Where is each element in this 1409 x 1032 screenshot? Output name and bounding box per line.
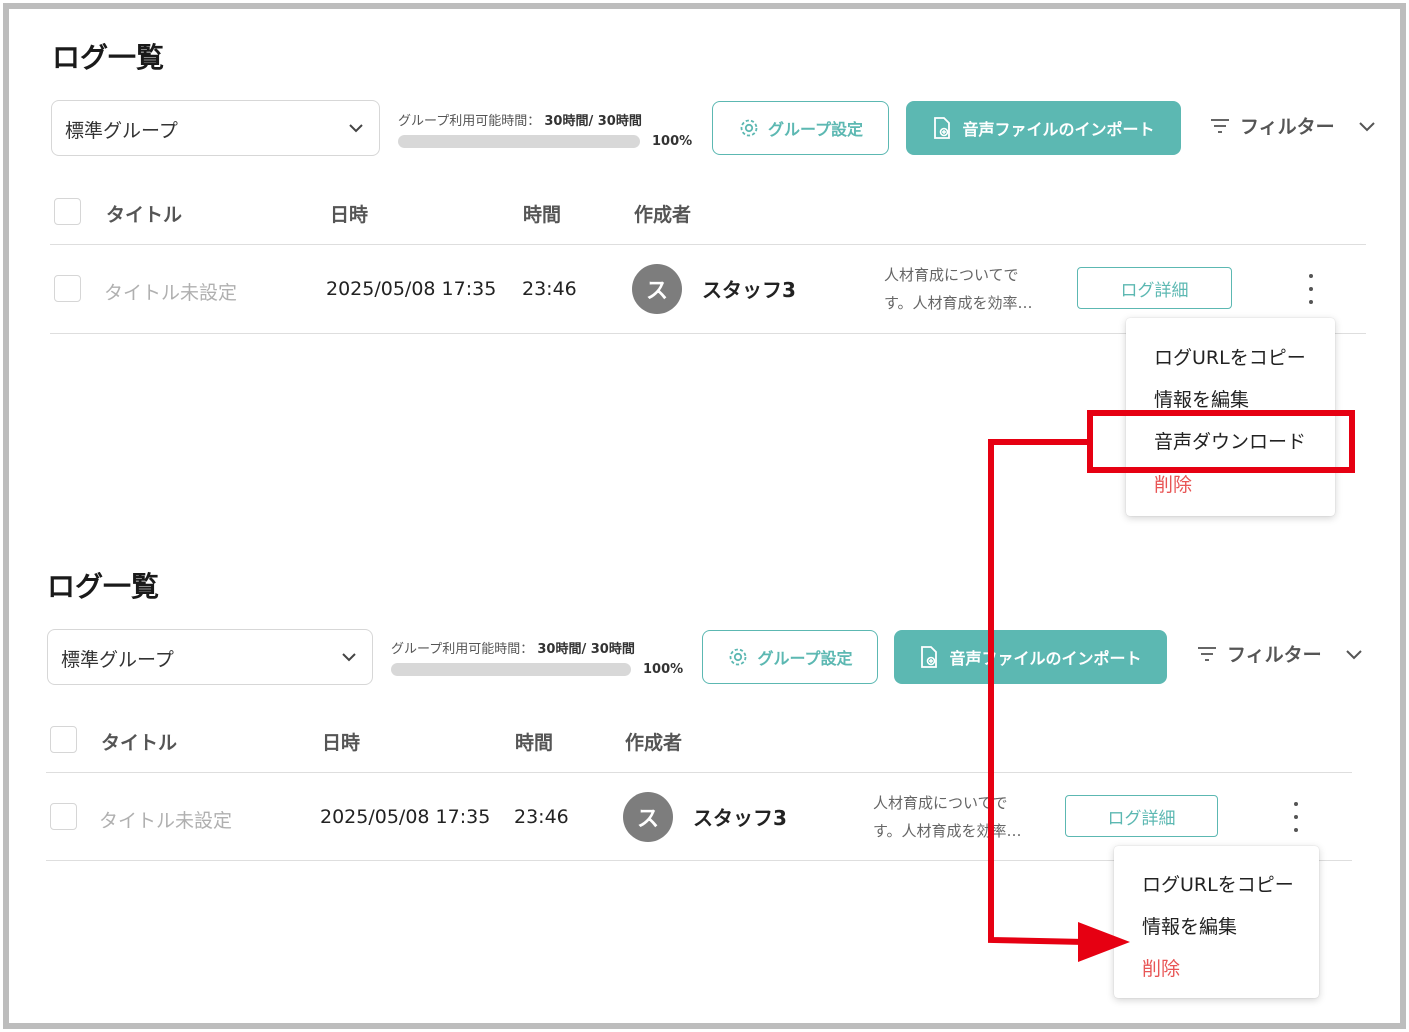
annotation-arrow — [988, 439, 1130, 962]
